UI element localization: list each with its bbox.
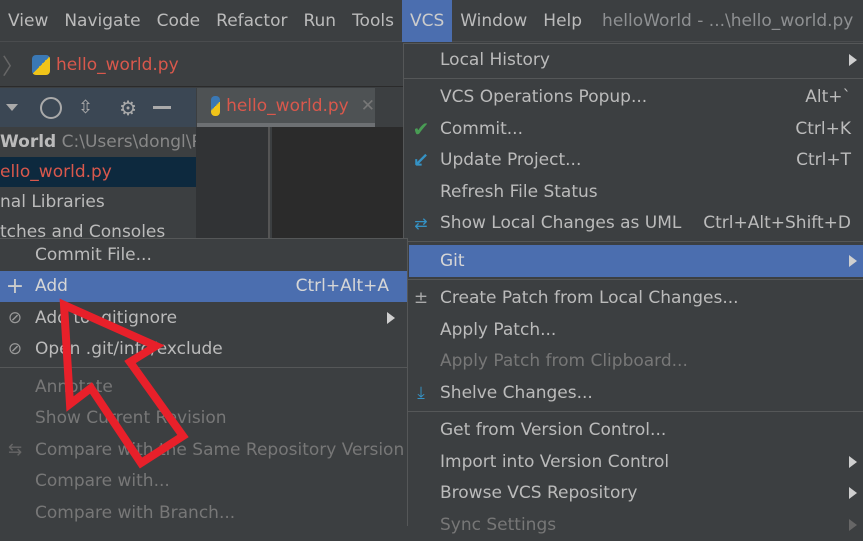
red-arrow-annotation xyxy=(59,298,189,469)
